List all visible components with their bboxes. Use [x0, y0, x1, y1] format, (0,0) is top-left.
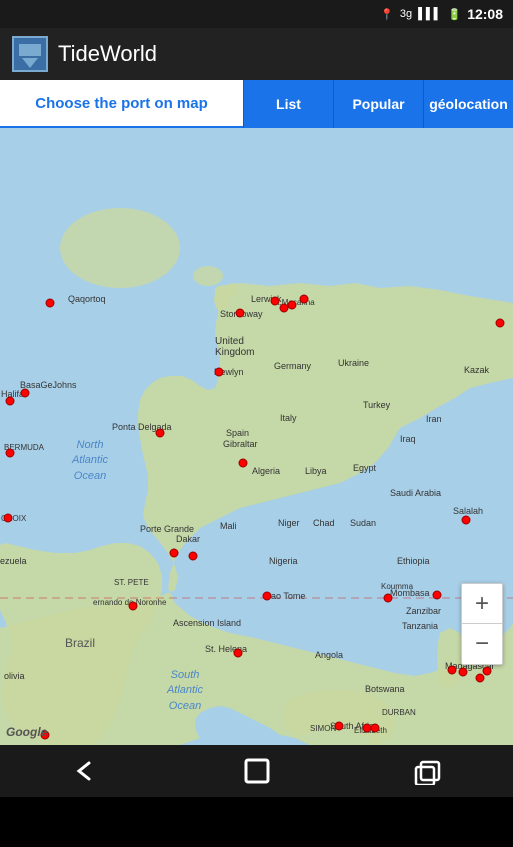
- network-3g: 3g: [400, 8, 412, 20]
- port-stornoway[interactable]: [236, 309, 245, 318]
- tab-map[interactable]: Choose the port on map: [0, 80, 243, 128]
- recents-button[interactable]: [398, 753, 458, 789]
- location-icon: 📍: [380, 8, 394, 21]
- app-icon: [12, 36, 48, 72]
- map-container[interactable]: NorthAtlanticOcean SouthAtlanticOcean So…: [0, 128, 513, 745]
- port-zanzibar[interactable]: [433, 591, 442, 600]
- app-title: TideWorld: [58, 41, 157, 67]
- title-bar: TideWorld: [0, 28, 513, 80]
- battery-icon: 🔋: [447, 8, 461, 21]
- port-gibraltar[interactable]: [239, 459, 248, 468]
- port-lerwick1[interactable]: [271, 297, 280, 306]
- port-qaqortoq[interactable]: [46, 299, 55, 308]
- tab-geolocate[interactable]: géolocation: [423, 80, 513, 128]
- tab-bar: Choose the port on map List Popular géol…: [0, 80, 513, 128]
- tab-list[interactable]: List: [243, 80, 333, 128]
- time-display: 12:08: [467, 6, 503, 22]
- port-durban[interactable]: [371, 724, 380, 733]
- home-button[interactable]: [227, 753, 287, 789]
- status-bar: 📍 3g ▌▌▌ 🔋 12:08: [0, 0, 513, 28]
- port-ponta[interactable]: [156, 429, 165, 438]
- tab-popular[interactable]: Popular: [333, 80, 423, 128]
- port-elizabeth[interactable]: [363, 724, 372, 733]
- port-madagascar2[interactable]: [459, 668, 468, 677]
- port-lerwick3[interactable]: [288, 301, 297, 310]
- port-basage[interactable]: [6, 397, 15, 406]
- port-mombasa[interactable]: [384, 594, 393, 603]
- port-croix[interactable]: [4, 514, 13, 523]
- zoom-in-button[interactable]: +: [462, 584, 502, 624]
- port-ferando[interactable]: [129, 602, 138, 611]
- port-salalah[interactable]: [462, 516, 471, 525]
- port-st-helena[interactable]: [234, 649, 243, 658]
- port-newlyn[interactable]: [215, 368, 224, 377]
- port-simon[interactable]: [335, 722, 344, 731]
- port-porte-grande[interactable]: [170, 549, 179, 558]
- signal-icon: ▌▌▌: [418, 8, 441, 20]
- port-dakar[interactable]: [189, 552, 198, 561]
- map-svg: [0, 128, 513, 745]
- port-madagascar1[interactable]: [448, 666, 457, 675]
- port-madagascar3[interactable]: [476, 674, 485, 683]
- zoom-out-button[interactable]: −: [462, 624, 502, 664]
- back-button[interactable]: [56, 753, 116, 789]
- zoom-controls: + −: [461, 583, 503, 665]
- port-oman[interactable]: [496, 319, 505, 328]
- port-bermuda[interactable]: [6, 449, 15, 458]
- nav-bar: [0, 745, 513, 797]
- port-madagascar4[interactable]: [483, 667, 492, 676]
- google-logo: Google: [6, 725, 47, 739]
- port-lerwick4[interactable]: [300, 295, 309, 304]
- port-halifa[interactable]: [21, 389, 30, 398]
- port-sao-tome[interactable]: [263, 592, 272, 601]
